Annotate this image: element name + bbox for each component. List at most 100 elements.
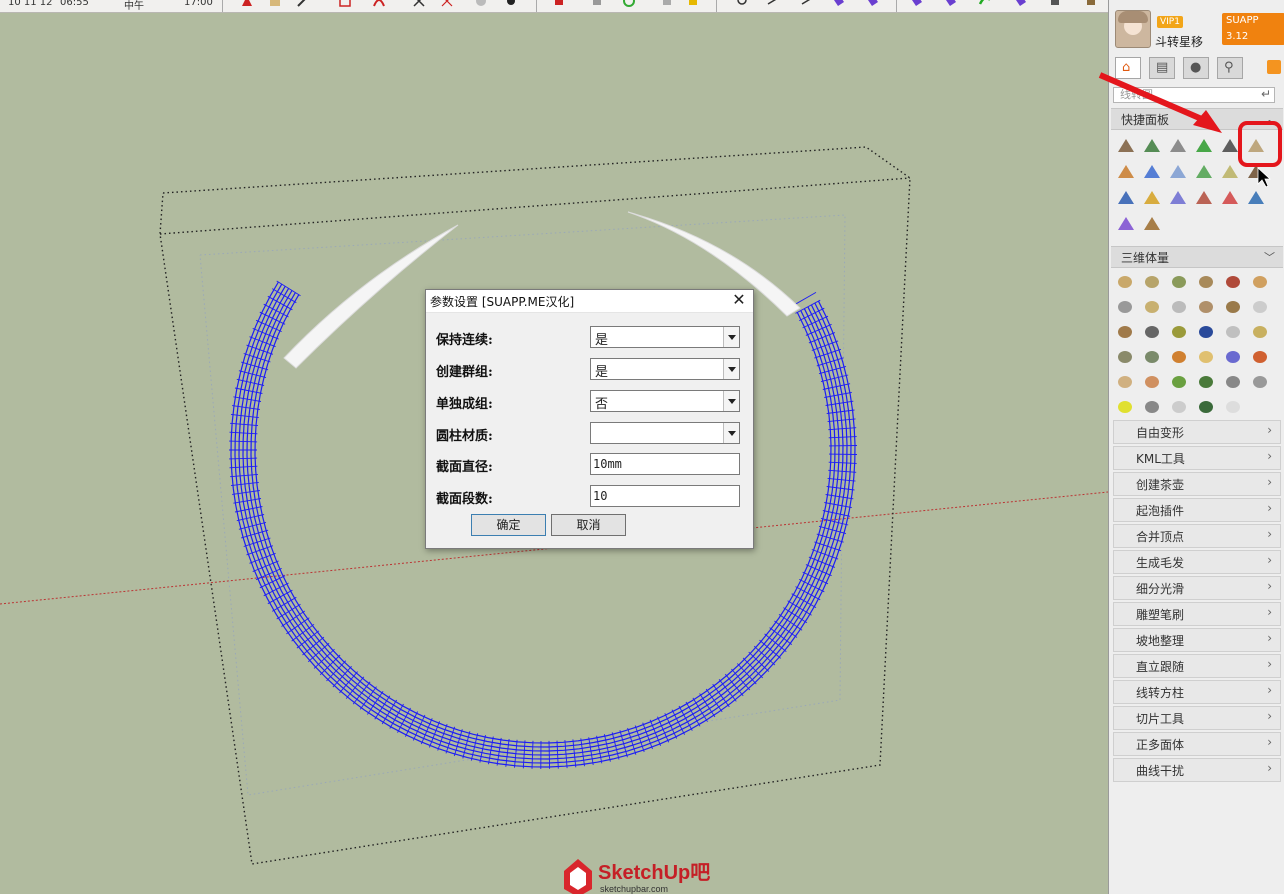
quick-tool-icon[interactable] (1167, 136, 1189, 156)
quick-tool-icon[interactable] (1193, 136, 1215, 156)
volume-tool-icon[interactable] (1196, 397, 1218, 417)
volume-header[interactable]: 三维体量 ﹀ (1111, 246, 1283, 268)
view-top-icon[interactable] (910, 0, 924, 8)
dialog-titlebar[interactable]: 参数设置 [SUAPP.ME汉化] ✕ (426, 290, 753, 313)
chevron-down-icon[interactable] (723, 327, 739, 347)
zoom-tool-icon[interactable] (736, 0, 750, 8)
quick-tool-icon[interactable] (1115, 188, 1137, 208)
quick-tool-icon[interactable] (1193, 162, 1215, 182)
cylinder-material-select[interactable] (590, 422, 740, 444)
chevron-down-icon[interactable] (723, 359, 739, 379)
volume-tool-icon[interactable] (1196, 322, 1218, 342)
cancel-button[interactable]: 取消 (551, 514, 626, 536)
section-segments-input[interactable]: 10 (590, 485, 740, 507)
quick-tool-icon[interactable] (1141, 188, 1163, 208)
plugin-menu-item[interactable]: 正多面体 › (1113, 732, 1281, 756)
volume-tool-icon[interactable] (1223, 397, 1245, 417)
quick-tool-icon[interactable] (1115, 214, 1137, 234)
tape-tool-icon[interactable] (660, 0, 674, 8)
rectangle-tool-icon[interactable] (338, 0, 352, 8)
volume-tool-icon[interactable] (1196, 347, 1218, 367)
plugin-menu-item[interactable]: 细分光滑 › (1113, 576, 1281, 600)
quick-tool-icon[interactable] (1245, 162, 1267, 182)
quick-tool-icon[interactable] (1141, 136, 1163, 156)
plugin-menu-item[interactable]: 线转方柱 › (1113, 680, 1281, 704)
volume-tool-icon[interactable] (1142, 272, 1164, 292)
volume-tool-icon[interactable] (1169, 322, 1191, 342)
follow-me-tool-icon[interactable] (590, 0, 604, 8)
plugin-menu-item[interactable]: 切片工具 › (1113, 706, 1281, 730)
volume-tool-icon[interactable] (1169, 297, 1191, 317)
quick-tool-icon[interactable] (1219, 136, 1241, 156)
plugin-search-input[interactable]: 线转圆 ↵ (1113, 87, 1275, 103)
volume-tool-icon[interactable] (1169, 272, 1191, 292)
create-group-select[interactable]: 是 (590, 358, 740, 380)
separate-group-select[interactable]: 否 (590, 390, 740, 412)
section-tool-icon[interactable] (832, 0, 846, 8)
volume-tool-icon[interactable] (1169, 397, 1191, 417)
volume-tool-icon[interactable] (1223, 372, 1245, 392)
quick-tool-icon[interactable] (1245, 188, 1267, 208)
rotate-tool-icon[interactable] (622, 0, 636, 8)
volume-tool-icon[interactable] (1142, 372, 1164, 392)
volume-tool-icon[interactable] (1250, 372, 1272, 392)
protractor-tool-icon[interactable] (686, 0, 700, 8)
plugin-menu-item[interactable]: 生成毛发 › (1113, 550, 1281, 574)
tab-home[interactable]: ⌂ (1115, 57, 1141, 79)
volume-tool-icon[interactable] (1223, 272, 1245, 292)
quick-tool-icon[interactable] (1193, 188, 1215, 208)
volume-tool-icon[interactable] (1250, 272, 1272, 292)
plugin-menu-item[interactable]: 自由变形 › (1113, 420, 1281, 444)
quick-tool-icon[interactable] (1245, 136, 1267, 156)
plugin-menu-item[interactable]: 坡地整理 › (1113, 628, 1281, 652)
volume-tool-icon[interactable] (1115, 372, 1137, 392)
plugin-menu-item[interactable]: 创建茶壶 › (1113, 472, 1281, 496)
offset-tool-icon[interactable] (474, 0, 488, 8)
volume-tool-icon[interactable] (1250, 297, 1272, 317)
volume-tool-icon[interactable] (1142, 322, 1164, 342)
chevron-down-icon[interactable] (723, 423, 739, 443)
volume-tool-icon[interactable] (1115, 322, 1137, 342)
enter-icon[interactable]: ↵ (1261, 87, 1271, 101)
volume-tool-icon[interactable] (1223, 322, 1245, 342)
chevron-down-icon[interactable]: ﹀ (1264, 249, 1275, 265)
quick-tool-icon[interactable] (1115, 162, 1137, 182)
volume-tool-icon[interactable] (1142, 297, 1164, 317)
quick-tool-icon[interactable] (1167, 188, 1189, 208)
volume-tool-icon[interactable] (1115, 397, 1137, 417)
quick-tool-icon[interactable] (1141, 214, 1163, 234)
keep-continuous-select[interactable]: 是 (590, 326, 740, 348)
quick-tool-icon[interactable] (1115, 136, 1137, 156)
volume-tool-icon[interactable] (1223, 297, 1245, 317)
close-icon[interactable]: ✕ (731, 291, 747, 309)
volume-tool-icon[interactable] (1115, 297, 1137, 317)
view-back-icon[interactable] (1014, 0, 1028, 8)
volume-tool-icon[interactable] (1169, 372, 1191, 392)
arc-tool-icon[interactable] (372, 0, 386, 8)
plugin-menu-item[interactable]: KML工具 › (1113, 446, 1281, 470)
eraser-tool-icon[interactable] (268, 0, 282, 8)
pan-tool-icon[interactable] (800, 0, 814, 8)
pencil-tool-icon[interactable] (296, 0, 310, 8)
volume-tool-icon[interactable] (1142, 347, 1164, 367)
quick-tool-icon[interactable] (1219, 188, 1241, 208)
volume-tool-icon[interactable] (1250, 347, 1272, 367)
plugin-menu-item[interactable]: 起泡插件 › (1113, 498, 1281, 522)
volume-tool-icon[interactable] (1223, 347, 1245, 367)
push-pull-tool-icon[interactable] (552, 0, 566, 8)
avatar[interactable] (1115, 10, 1151, 48)
plugin-menu-item[interactable]: 直立跟随 › (1113, 654, 1281, 678)
quick-tool-icon[interactable] (1167, 162, 1189, 182)
select-tool-icon[interactable] (240, 0, 254, 8)
volume-tool-icon[interactable] (1250, 322, 1272, 342)
view-right-icon[interactable] (978, 0, 992, 8)
volume-tool-icon[interactable] (1115, 272, 1137, 292)
section-diameter-input[interactable]: 10mm (590, 453, 740, 475)
view-front-icon[interactable] (944, 0, 958, 8)
tab-search[interactable]: ⚲ (1217, 57, 1243, 79)
tab-keyboard[interactable]: ▤ (1149, 57, 1175, 79)
quick-panel-header[interactable]: 快捷面板 ︿ (1111, 108, 1283, 130)
volume-tool-icon[interactable] (1196, 272, 1218, 292)
move-tool-icon[interactable] (412, 0, 426, 8)
volume-tool-icon[interactable] (1250, 397, 1272, 417)
